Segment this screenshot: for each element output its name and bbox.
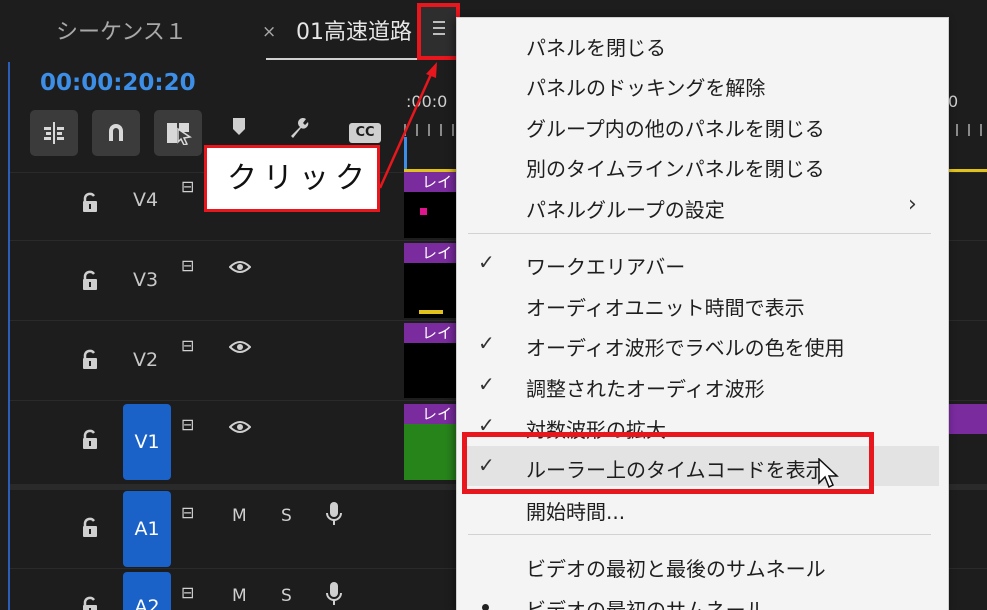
menu-item-undock-panel[interactable]: パネルのドッキングを解除 <box>457 64 950 104</box>
solo-track-button[interactable]: S <box>281 586 292 606</box>
menu-item-waveform-label-color[interactable]: ✓ オーディオ波形でラベルの色を使用 <box>457 324 950 364</box>
checkmark-icon: ✓ <box>478 250 495 274</box>
checkmark-icon: ✓ <box>478 372 495 396</box>
menu-item-close-other-panels[interactable]: グループ内の他のパネルを閉じる <box>457 105 950 145</box>
solo-track-button[interactable]: S <box>281 506 292 526</box>
ruler-timecode-left: :00:0 <box>406 92 448 111</box>
toggle-sync-lock-icon[interactable]: ⊟ <box>181 503 194 522</box>
menu-item-panel-group-settings[interactable]: パネルグループの設定 › <box>457 186 950 226</box>
mute-track-button[interactable]: M <box>232 586 247 606</box>
tab-close-icon[interactable]: × <box>262 22 276 42</box>
insert-edit-button[interactable] <box>30 110 78 156</box>
hamburger-icon-bar <box>433 27 445 29</box>
menu-item-rectified-waveforms[interactable]: ✓ 調整されたオーディオ波形 <box>457 365 950 405</box>
lock-icon[interactable] <box>81 517 99 539</box>
panel-menu-button[interactable] <box>417 3 460 60</box>
panel-context-menu: パネルを閉じる パネルのドッキングを解除 グループ内の他のパネルを閉じる 別のタ… <box>456 17 949 610</box>
track-name-v2[interactable]: V2 <box>133 349 158 371</box>
menu-item-close-other-timelines[interactable]: 別のタイムラインパネルを閉じる <box>457 145 950 185</box>
toggle-sync-lock-icon[interactable]: ⊟ <box>181 177 194 196</box>
eye-icon[interactable] <box>229 340 251 354</box>
tab-active-sequence[interactable]: 01高速道路 <box>296 14 424 46</box>
insert-edit-icon <box>44 122 64 144</box>
menu-separator <box>468 534 931 535</box>
menu-item-first-last-thumbnail[interactable]: ビデオの最初と最後のサムネール <box>457 545 950 585</box>
track-name-v4[interactable]: V4 <box>133 189 158 211</box>
menu-item-first-thumbnail[interactable]: ビデオの最初のサムネール <box>457 586 950 610</box>
toggle-sync-lock-icon[interactable]: ⊟ <box>181 256 194 275</box>
snap-button[interactable] <box>92 110 140 156</box>
track-target-v1[interactable]: V1 <box>123 404 171 480</box>
toggle-sync-lock-icon[interactable]: ⊟ <box>181 336 194 355</box>
track-target-a1[interactable]: A1 <box>123 491 171 567</box>
menu-item-work-area-bar[interactable]: ✓ ワークエリアバー <box>457 243 950 283</box>
playhead-timecode[interactable]: 00:00:20:20 <box>40 70 196 96</box>
lock-icon[interactable] <box>81 270 99 292</box>
clip-v1[interactable]: レイ <box>404 404 456 480</box>
hamburger-icon <box>433 21 445 23</box>
track-target-a2[interactable]: A2 <box>123 572 171 610</box>
wrench-icon[interactable] <box>288 116 310 140</box>
clip-v2[interactable]: レイ <box>404 323 456 398</box>
hamburger-icon-bar <box>433 33 445 35</box>
eye-icon[interactable] <box>229 420 251 434</box>
clip-v3[interactable]: レイ <box>404 243 456 318</box>
eye-icon[interactable] <box>229 260 251 274</box>
clip-v1-right[interactable] <box>948 404 987 434</box>
microphone-icon[interactable] <box>326 501 342 527</box>
playhead-indicator[interactable] <box>404 137 407 171</box>
menu-separator <box>468 233 931 234</box>
track-name-v3[interactable]: V3 <box>133 269 158 291</box>
linked-selection-icon <box>167 123 192 145</box>
clip-v4[interactable]: レイ <box>404 172 456 238</box>
highlight-annotation <box>462 432 874 494</box>
submenu-chevron-icon: › <box>908 192 917 217</box>
toggle-sync-lock-icon[interactable]: ⊟ <box>181 415 194 434</box>
mouse-cursor-icon <box>818 458 839 489</box>
checkmark-icon: ✓ <box>478 331 495 355</box>
lock-icon[interactable] <box>81 349 99 371</box>
snap-magnet-icon <box>109 124 123 141</box>
lock-icon[interactable] <box>81 192 99 214</box>
mute-track-button[interactable]: M <box>232 506 247 526</box>
menu-item-close-panel[interactable]: パネルを閉じる <box>457 24 950 64</box>
lock-icon[interactable] <box>81 429 99 451</box>
microphone-icon[interactable] <box>326 581 342 607</box>
marker-icon[interactable] <box>231 116 247 138</box>
radio-bullet-icon <box>482 604 489 610</box>
tab-sequence-1[interactable]: シーケンス１ <box>56 14 187 46</box>
toggle-sync-lock-icon[interactable]: ⊟ <box>181 583 194 602</box>
menu-item-start-time[interactable]: 開始時間... <box>457 488 950 528</box>
lock-icon[interactable] <box>81 596 99 610</box>
linked-selection-button[interactable] <box>154 110 202 156</box>
click-callout: クリック <box>204 145 380 212</box>
captions-icon[interactable]: CC <box>349 123 381 143</box>
menu-item-audio-units[interactable]: オーディオユニット時間で表示 <box>457 284 950 324</box>
